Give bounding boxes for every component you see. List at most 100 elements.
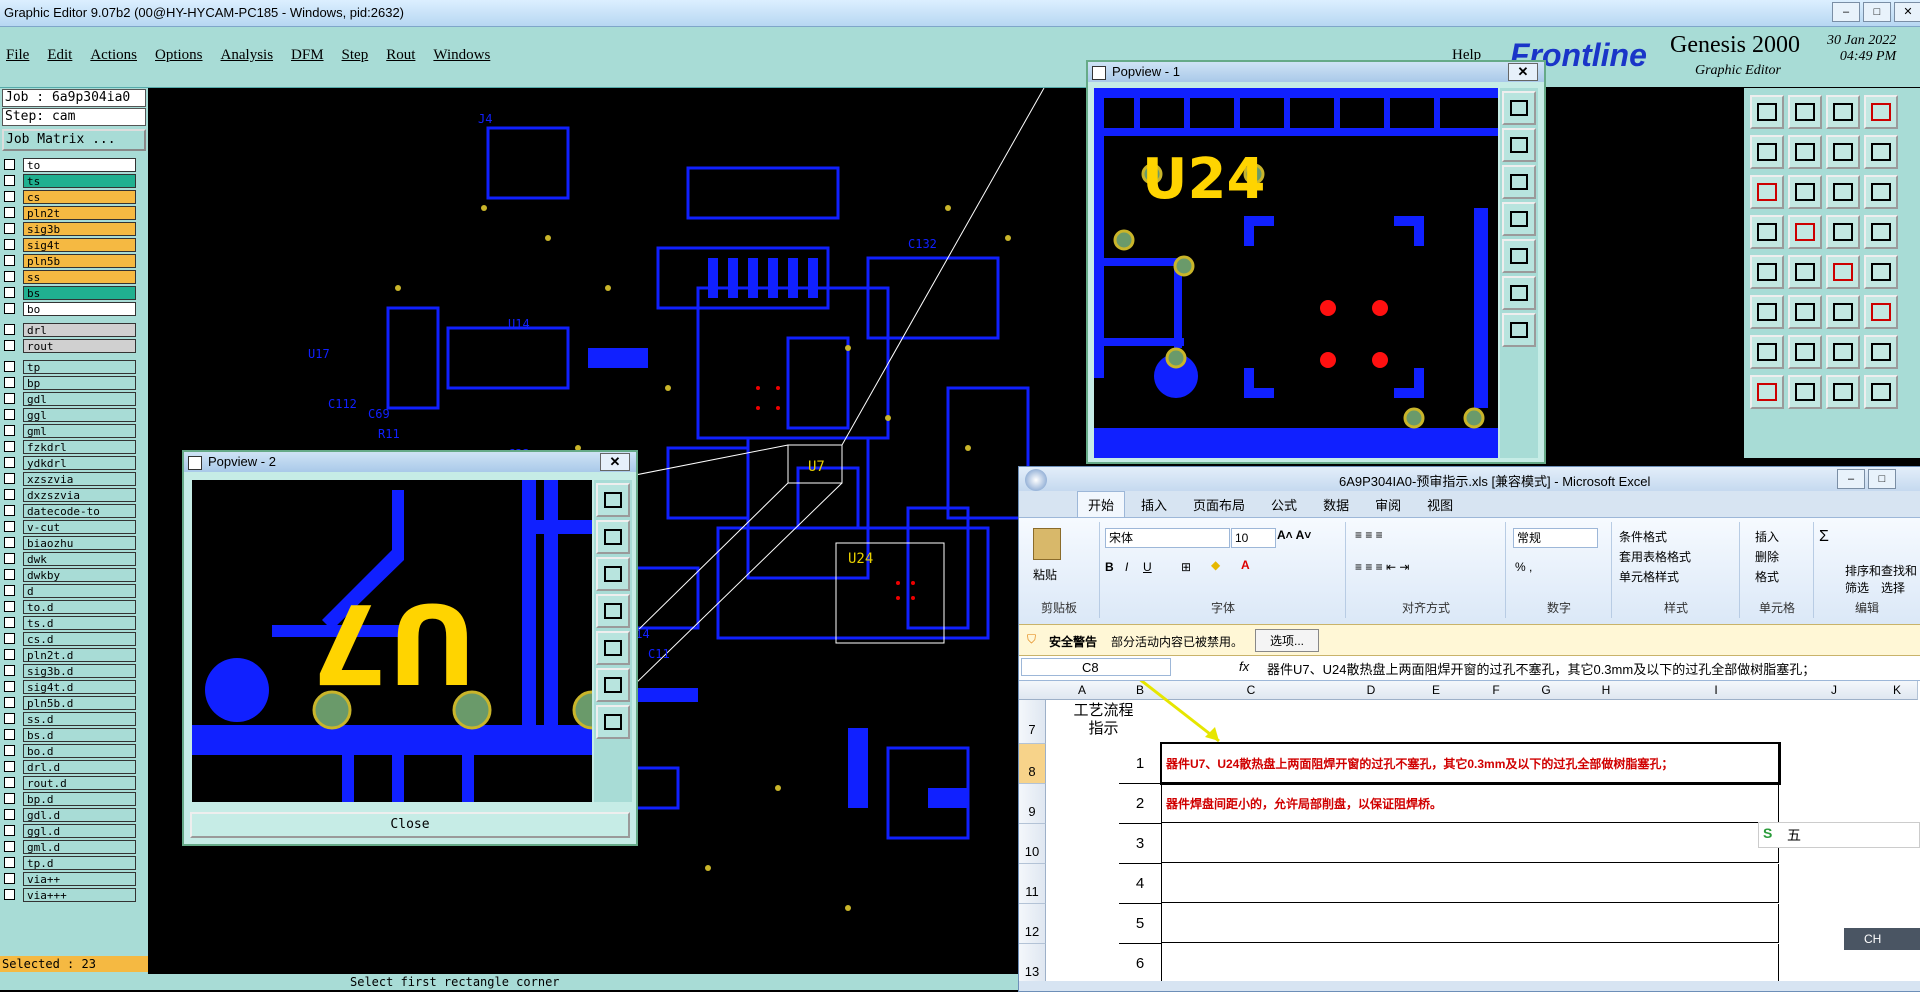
layer-row[interactable]: bo bbox=[0, 301, 148, 316]
layer-checkbox[interactable] bbox=[4, 841, 15, 852]
column-header[interactable]: I bbox=[1641, 681, 1792, 700]
layer-name[interactable]: drl bbox=[23, 322, 136, 337]
layer-row[interactable]: d bbox=[0, 583, 148, 598]
layer-row[interactable]: gdl.d bbox=[0, 807, 148, 822]
layer-checkbox[interactable] bbox=[4, 857, 15, 868]
excel-window[interactable]: 6A9P304IA0-预审指示.xls [兼容模式] - Microsoft E… bbox=[1018, 466, 1920, 992]
layer-row[interactable]: ss.d bbox=[0, 711, 148, 726]
instruction-cell[interactable] bbox=[1162, 824, 1779, 863]
layer-name[interactable]: ss.d bbox=[23, 711, 136, 726]
layer-checkbox[interactable] bbox=[4, 409, 15, 420]
tool-button[interactable] bbox=[1864, 375, 1898, 409]
tool-button[interactable] bbox=[1750, 375, 1784, 409]
layer-name[interactable]: d bbox=[23, 583, 136, 598]
layer-checkbox[interactable] bbox=[4, 361, 15, 372]
layer-checkbox[interactable] bbox=[4, 889, 15, 900]
layer-checkbox[interactable] bbox=[4, 745, 15, 756]
menu-dfm[interactable]: DFM bbox=[291, 47, 324, 64]
layer-row[interactable]: ss bbox=[0, 269, 148, 284]
popview-1-close-icon[interactable]: ✕ bbox=[1508, 63, 1538, 81]
menu-rout[interactable]: Rout bbox=[386, 47, 415, 64]
row-header[interactable]: 11 bbox=[1019, 864, 1046, 904]
tool-button[interactable] bbox=[1864, 255, 1898, 289]
instruction-cell[interactable] bbox=[1162, 864, 1779, 903]
tool-button[interactable] bbox=[1826, 335, 1860, 369]
layer-row[interactable]: dwk bbox=[0, 551, 148, 566]
layer-name[interactable]: cs bbox=[23, 189, 136, 204]
layer-row[interactable]: ts bbox=[0, 173, 148, 188]
layer-checkbox[interactable] bbox=[4, 761, 15, 772]
row-header[interactable]: 12 bbox=[1019, 904, 1046, 944]
layer-row[interactable]: bs.d bbox=[0, 727, 148, 742]
cell-style-button[interactable]: 单元格样式 bbox=[1619, 568, 1679, 585]
underline-icon[interactable]: U bbox=[1143, 560, 1152, 574]
menu-windows[interactable]: Windows bbox=[433, 47, 490, 64]
row-header[interactable]: 8 bbox=[1019, 744, 1046, 784]
layer-row[interactable]: ydkdrl bbox=[0, 455, 148, 470]
popview-2-tool-3[interactable] bbox=[596, 557, 630, 591]
layer-checkbox[interactable] bbox=[4, 457, 15, 468]
layer-name[interactable]: gdl.d bbox=[23, 807, 136, 822]
popview-2-close-icon[interactable]: ✕ bbox=[600, 453, 630, 471]
layer-checkbox[interactable] bbox=[4, 649, 15, 660]
layer-name[interactable]: pln2t bbox=[23, 205, 136, 220]
layer-checkbox[interactable] bbox=[4, 425, 15, 436]
tool-button[interactable] bbox=[1864, 335, 1898, 369]
layer-checkbox[interactable] bbox=[4, 601, 15, 612]
conditional-format-button[interactable]: 条件格式 bbox=[1619, 528, 1667, 545]
layer-name[interactable]: to bbox=[23, 157, 136, 172]
layer-row[interactable]: dwkby bbox=[0, 567, 148, 582]
popview-1-tool-3[interactable] bbox=[1502, 165, 1536, 199]
layer-checkbox[interactable] bbox=[4, 255, 15, 266]
layer-row[interactable]: pln5b bbox=[0, 253, 148, 268]
menu-analysis[interactable]: Analysis bbox=[221, 47, 274, 64]
tool-button[interactable] bbox=[1750, 175, 1784, 209]
bold-icon[interactable]: B bbox=[1105, 560, 1114, 574]
close-button[interactable]: ✕ bbox=[1894, 2, 1920, 22]
item-number-cell[interactable]: 4 bbox=[1119, 864, 1162, 904]
layer-row[interactable]: bp bbox=[0, 375, 148, 390]
layer-row[interactable]: sig3b bbox=[0, 221, 148, 236]
layer-row[interactable]: to.d bbox=[0, 599, 148, 614]
layer-name[interactable]: biaozhu bbox=[23, 535, 136, 550]
layer-row[interactable]: sig4t.d bbox=[0, 679, 148, 694]
layer-row[interactable]: tp bbox=[0, 359, 148, 374]
popview-2-tool-1[interactable] bbox=[596, 483, 630, 517]
tool-button[interactable] bbox=[1788, 375, 1822, 409]
tool-button[interactable] bbox=[1864, 215, 1898, 249]
layer-checkbox[interactable] bbox=[4, 729, 15, 740]
layer-row[interactable]: via++ bbox=[0, 871, 148, 886]
maximize-button[interactable]: □ bbox=[1863, 2, 1891, 22]
popview-1-tool-5[interactable] bbox=[1502, 239, 1536, 273]
office-button-icon[interactable] bbox=[1025, 469, 1047, 491]
function-icon[interactable]: fx bbox=[1239, 659, 1249, 674]
item-number-cell[interactable]: 6 bbox=[1119, 944, 1162, 981]
layer-checkbox[interactable] bbox=[4, 569, 15, 580]
ribbon-tab[interactable]: 审阅 bbox=[1365, 492, 1411, 517]
layer-name[interactable]: pln5b.d bbox=[23, 695, 136, 710]
layer-row[interactable]: to bbox=[0, 157, 148, 172]
tool-button[interactable] bbox=[1826, 255, 1860, 289]
tool-button[interactable] bbox=[1788, 335, 1822, 369]
layer-checkbox[interactable] bbox=[4, 697, 15, 708]
tool-button[interactable] bbox=[1826, 175, 1860, 209]
tool-button[interactable] bbox=[1788, 135, 1822, 169]
layer-name[interactable]: rout bbox=[23, 338, 136, 353]
popview-2-window[interactable]: Popview - 2 ✕ U7 Close bbox=[182, 450, 638, 846]
popview-2-tool-2[interactable] bbox=[596, 520, 630, 554]
layer-name[interactable]: dwk bbox=[23, 551, 136, 566]
tool-button[interactable] bbox=[1788, 215, 1822, 249]
layer-checkbox[interactable] bbox=[4, 553, 15, 564]
select-all-corner[interactable] bbox=[1019, 681, 1046, 700]
popview-2-titlebar[interactable]: Popview - 2 ✕ bbox=[184, 452, 636, 472]
layer-row[interactable]: tp.d bbox=[0, 855, 148, 870]
font-size-select[interactable]: 10 bbox=[1231, 528, 1276, 548]
tool-button[interactable] bbox=[1750, 135, 1784, 169]
layer-name[interactable]: bp.d bbox=[23, 791, 136, 806]
tool-button[interactable] bbox=[1826, 215, 1860, 249]
layer-name[interactable]: sig3b.d bbox=[23, 663, 136, 678]
column-header[interactable]: F bbox=[1471, 681, 1522, 700]
popview-1-tool-2[interactable] bbox=[1502, 128, 1536, 162]
paste-label[interactable]: 粘贴 bbox=[1033, 566, 1057, 583]
layer-name[interactable]: dwkby bbox=[23, 567, 136, 582]
